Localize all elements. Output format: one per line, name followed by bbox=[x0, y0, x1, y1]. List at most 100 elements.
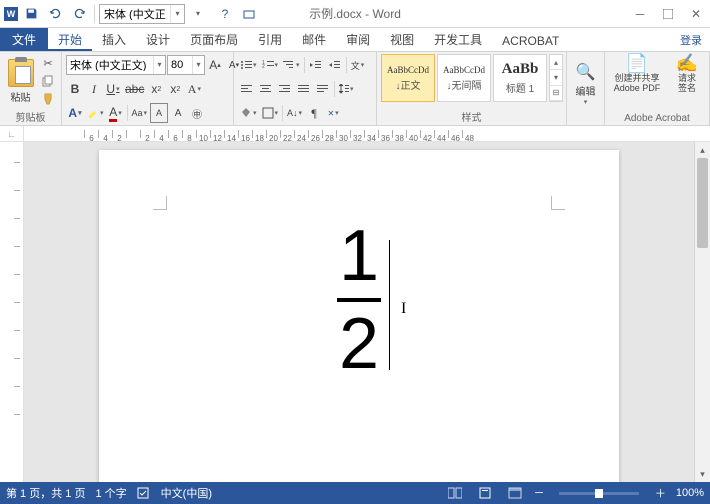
tab-view[interactable]: 视图 bbox=[380, 28, 424, 51]
paragraph-group: 12 文 A↓ ¶ bbox=[234, 52, 377, 125]
line-spacing-button[interactable] bbox=[337, 79, 356, 99]
gallery-scroll[interactable]: ▴▾⊟ bbox=[549, 54, 563, 102]
tab-insert[interactable]: 插入 bbox=[92, 28, 136, 51]
tab-file[interactable]: 文件 bbox=[0, 28, 48, 51]
zoom-slider[interactable] bbox=[559, 492, 639, 495]
char-border-button[interactable]: A bbox=[150, 103, 168, 123]
redo-button[interactable] bbox=[68, 3, 90, 25]
tab-developer[interactable]: 开发工具 bbox=[424, 28, 492, 51]
cut-button[interactable]: ✂ bbox=[39, 55, 57, 71]
chevron-down-icon[interactable]: ▾ bbox=[170, 5, 184, 23]
tab-references[interactable]: 引用 bbox=[248, 28, 292, 51]
page[interactable]: 1 2 I bbox=[99, 150, 619, 482]
qat-font-input[interactable] bbox=[100, 8, 170, 20]
print-layout-button[interactable] bbox=[475, 484, 495, 502]
strike-button[interactable]: abc bbox=[123, 79, 146, 99]
styles-label: 样式 bbox=[381, 108, 562, 125]
web-layout-button[interactable] bbox=[505, 484, 525, 502]
justify-button[interactable] bbox=[295, 79, 313, 99]
maximize-button[interactable] bbox=[654, 2, 682, 26]
borders-button[interactable] bbox=[260, 103, 281, 123]
align-right-button[interactable] bbox=[276, 79, 294, 99]
italic-button[interactable]: I bbox=[85, 79, 103, 99]
zoom-level[interactable]: 100% bbox=[676, 487, 704, 499]
increase-indent-button[interactable] bbox=[326, 55, 344, 75]
font-color-button[interactable]: A bbox=[107, 103, 125, 123]
multilevel-button[interactable] bbox=[281, 55, 302, 75]
tab-design[interactable]: 设计 bbox=[136, 28, 180, 51]
help-button[interactable]: ? bbox=[213, 2, 237, 26]
create-pdf-button[interactable]: 📄 创建并共享 Adobe PDF bbox=[609, 54, 665, 112]
sort-button[interactable]: A↓ bbox=[285, 103, 304, 123]
margin-mark-tl bbox=[153, 196, 167, 210]
style-normal[interactable]: AaBbCcDd ↓正文 bbox=[381, 54, 435, 102]
style-heading1[interactable]: AaBb 标题 1 bbox=[493, 54, 547, 102]
text-direction-button[interactable]: 文 bbox=[349, 55, 367, 75]
numbering-button[interactable]: 12 bbox=[260, 55, 281, 75]
tab-mailings[interactable]: 邮件 bbox=[292, 28, 336, 51]
align-left-button[interactable] bbox=[238, 79, 256, 99]
vertical-ruler[interactable] bbox=[0, 142, 24, 482]
scroll-down-button[interactable]: ▾ bbox=[695, 466, 710, 482]
align-center-button[interactable] bbox=[257, 79, 275, 99]
scroll-thumb[interactable] bbox=[697, 158, 708, 248]
highlight-button[interactable] bbox=[85, 103, 106, 123]
denominator: 2 bbox=[337, 308, 381, 380]
login-link[interactable]: 登录 bbox=[680, 32, 702, 48]
zoom-out-button[interactable]: ─ bbox=[535, 487, 543, 499]
save-button[interactable] bbox=[20, 3, 42, 25]
word-app-icon: W bbox=[4, 7, 18, 21]
show-marks-button[interactable]: ¶ bbox=[305, 103, 323, 123]
page-status[interactable]: 第 1 页，共 1 页 bbox=[6, 485, 85, 501]
svg-text:2: 2 bbox=[262, 64, 265, 70]
tab-home[interactable]: 开始 bbox=[48, 28, 92, 51]
subscript-button[interactable]: x2 bbox=[147, 79, 165, 99]
grow-font-button[interactable]: A▴ bbox=[206, 55, 224, 75]
horizontal-ruler[interactable]: ∟ 64224681012141618202224262830323436384… bbox=[0, 126, 710, 142]
minimize-button[interactable]: ─ bbox=[626, 2, 654, 26]
read-mode-button[interactable] bbox=[445, 484, 465, 502]
tab-acrobat[interactable]: ACROBAT bbox=[492, 31, 569, 51]
window-controls: ─ ✕ bbox=[626, 2, 710, 26]
underline-button[interactable]: U bbox=[104, 79, 122, 99]
proofing-status[interactable] bbox=[137, 486, 151, 500]
undo-button[interactable] bbox=[44, 3, 66, 25]
fraction-content[interactable]: 1 2 bbox=[337, 220, 381, 380]
decrease-indent-button[interactable] bbox=[307, 55, 325, 75]
tab-layout[interactable]: 页面布局 bbox=[180, 28, 248, 51]
ribbon-display-button[interactable] bbox=[237, 2, 261, 26]
font-size-combo[interactable]: ▾ bbox=[167, 55, 205, 75]
bold-button[interactable]: B bbox=[66, 79, 84, 99]
format-painter-button[interactable] bbox=[39, 91, 57, 107]
qat-more-button[interactable]: ▾ bbox=[187, 3, 209, 25]
asian-layout-button[interactable]: ✕ bbox=[324, 103, 342, 123]
distribute-button[interactable] bbox=[314, 79, 332, 99]
style-gallery: AaBbCcDd ↓正文 AaBbCcDd ↓无间隔 AaBb 标题 1 ▴▾⊟ bbox=[381, 54, 563, 108]
vertical-scrollbar[interactable]: ▴ ▾ bbox=[694, 142, 710, 482]
ribbon: 粘贴 ✂ 剪贴板 ▾ ▾ A▴ A▾ B I U abc x2 bbox=[0, 52, 710, 126]
phonetic-button[interactable]: Aa bbox=[130, 103, 150, 123]
qat-font-combo[interactable]: ▾ bbox=[99, 4, 185, 24]
font-name-combo[interactable]: ▾ bbox=[66, 55, 166, 75]
enclose-char-button[interactable]: ㊥ bbox=[188, 103, 206, 123]
document-area[interactable]: 1 2 I bbox=[24, 142, 694, 482]
paste-icon[interactable] bbox=[8, 59, 34, 87]
close-button[interactable]: ✕ bbox=[682, 2, 710, 26]
request-sign-button[interactable]: ✍ 请求 签名 bbox=[669, 54, 705, 112]
char-shading-button[interactable]: A bbox=[169, 103, 187, 123]
tab-review[interactable]: 审阅 bbox=[336, 28, 380, 51]
scroll-up-button[interactable]: ▴ bbox=[695, 142, 710, 158]
zoom-in-button[interactable]: ＋ bbox=[655, 485, 666, 501]
clear-format-button[interactable]: A bbox=[185, 79, 203, 99]
copy-button[interactable] bbox=[39, 73, 57, 89]
text-effects-button[interactable]: A bbox=[66, 103, 84, 123]
find-button[interactable]: 🔍 编辑 ▾ bbox=[571, 54, 600, 112]
paste-button[interactable]: 粘贴 bbox=[11, 89, 31, 104]
shading-button[interactable] bbox=[238, 103, 259, 123]
bullets-button[interactable] bbox=[238, 55, 259, 75]
superscript-button[interactable]: x2 bbox=[166, 79, 184, 99]
styles-group: AaBbCcDd ↓正文 AaBbCcDd ↓无间隔 AaBb 标题 1 ▴▾⊟… bbox=[377, 52, 567, 125]
language-status[interactable]: 中文(中国) bbox=[161, 485, 212, 501]
style-nospacing[interactable]: AaBbCcDd ↓无间隔 bbox=[437, 54, 491, 102]
word-count[interactable]: 1 个字 bbox=[95, 485, 126, 501]
